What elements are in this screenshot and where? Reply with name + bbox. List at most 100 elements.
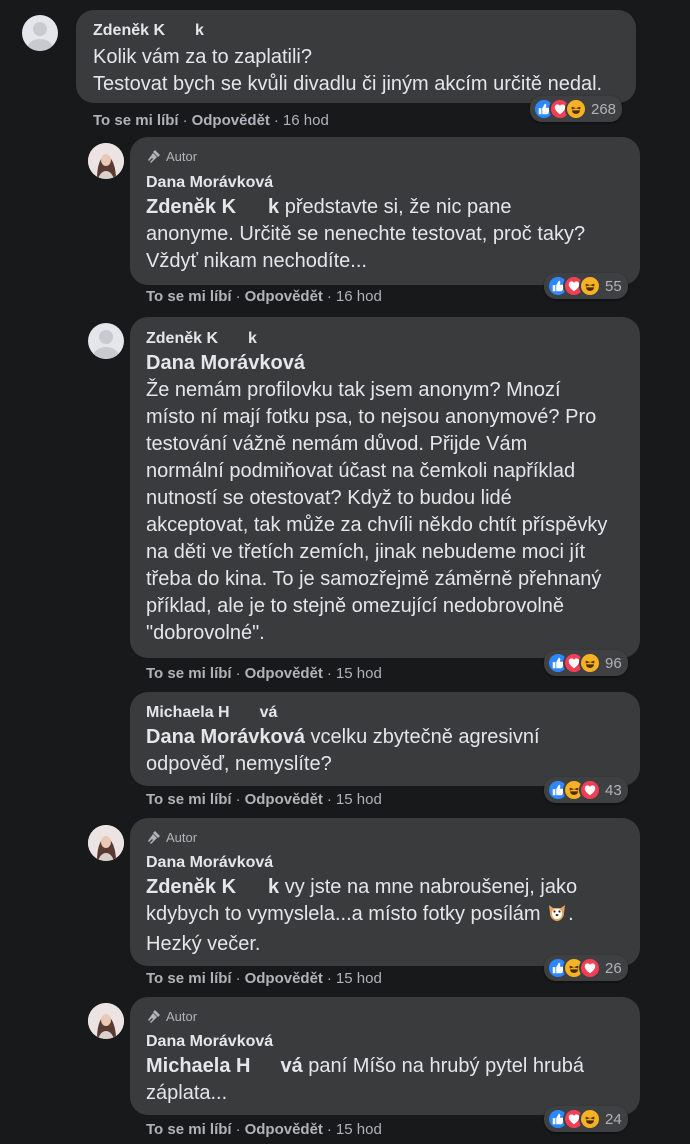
separator: · [326, 970, 332, 987]
like-link[interactable]: To se mi líbí [146, 970, 232, 987]
comment-author[interactable]: Zdeněk K k [146, 330, 257, 348]
comment-timestamp[interactable]: 16 hod [336, 288, 382, 305]
laughing-face-icon [579, 652, 601, 674]
comment-text-part: vy jste na mne nabroušenej, jako [284, 876, 578, 898]
separator: · [182, 112, 188, 129]
reaction-summary[interactable]: 96 [544, 650, 628, 676]
author-name[interactable]: Zdeněk K [93, 22, 165, 39]
microphone-icon [148, 150, 160, 163]
comment-line: na děti ve třetích zemích, jinak nebudem… [146, 541, 586, 563]
comment-text-part: paní Míšo na hrubý pytel hrubá [308, 1055, 585, 1077]
comment-line: normální podmiňovat účast na čemkoli nap… [146, 460, 576, 482]
comment-text: Dana Morávková vcelku zbytečně agresivní… [146, 724, 540, 778]
author-name[interactable]: Dana Morávková [146, 1033, 273, 1050]
avatar[interactable] [88, 825, 124, 861]
comment-timestamp[interactable]: 15 hod [336, 1121, 382, 1138]
profile-photo-icon [88, 825, 124, 861]
profile-photo-icon [88, 1003, 124, 1039]
reaction-count: 24 [605, 1110, 622, 1128]
author-name[interactable]: Dana Morávková [146, 854, 273, 871]
mention-link[interactable]: Dana Morávková [146, 726, 305, 748]
separator: · [326, 665, 332, 682]
author-name[interactable]: Zdeněk K [146, 330, 218, 347]
comment-text-part: kdybych to vymyslela...a místo fotky pos… [146, 903, 541, 925]
reaction-summary[interactable]: 24 [544, 1106, 628, 1132]
separator: · [235, 970, 241, 987]
comment-author[interactable]: Dana Morávková [146, 174, 273, 192]
reply-link[interactable]: Odpovědět [245, 1121, 323, 1138]
mention-link-suffix[interactable]: k [268, 876, 279, 898]
default-profile-icon [27, 22, 53, 51]
comment-author[interactable]: Michaela H vá [146, 704, 277, 722]
comment-line: Zdeněk K k vy jste na mne nabroušenej, ja… [146, 874, 577, 901]
comment-line: Michaela H vá paní Míšo na hrubý pytel hr… [146, 1053, 584, 1080]
reaction-summary[interactable]: 43 [544, 777, 628, 803]
mention-link[interactable]: Zdeněk K [146, 196, 236, 218]
reaction-count: 43 [605, 781, 622, 799]
comment-author[interactable]: Zdeněk K k [93, 22, 204, 40]
mention-link[interactable]: Michaela H [146, 1055, 250, 1077]
reply-link[interactable]: Odpovědět [192, 112, 270, 129]
avatar[interactable] [88, 323, 124, 359]
reply-link[interactable]: Odpovědět [245, 970, 323, 987]
comment-actions: To se mi líbí · Odpovědět · 16 hod [93, 112, 329, 129]
comment-text: Kolik vám za to zaplatili? Testovat bych… [93, 44, 602, 98]
comment-line: akceptovat, tak může za chvíli někdo cht… [146, 514, 608, 536]
comment-text: Zdeněk K k vy jste na mne nabroušenej, ja… [146, 874, 577, 958]
laughing-face-icon [565, 98, 587, 120]
comment-line: testování vážně nemám důvod. Přijde Vám [146, 433, 528, 455]
separator: · [326, 288, 332, 305]
comment-timestamp[interactable]: 16 hod [283, 112, 329, 129]
reaction-summary[interactable]: 268 [530, 96, 623, 122]
author-badge-label: Autor [166, 829, 198, 845]
reaction-summary[interactable]: 55 [544, 273, 628, 299]
reply-link[interactable]: Odpovědět [245, 288, 323, 305]
comment-line: anonyme. Určitě se nenechte testovat, pr… [146, 223, 586, 245]
comment-timestamp[interactable]: 15 hod [336, 970, 382, 987]
like-link[interactable]: To se mi líbí [93, 112, 179, 129]
author-name-suffix[interactable]: vá [260, 704, 278, 721]
laughing-face-icon [579, 1108, 601, 1130]
microphone-icon [148, 1010, 160, 1023]
comment-line: místo ní mají fotku psa, to nejsou anony… [146, 406, 597, 428]
profile-photo-icon [88, 143, 124, 179]
avatar[interactable] [88, 1003, 124, 1039]
author-name[interactable]: Dana Morávková [146, 174, 273, 191]
heart-icon [579, 779, 601, 801]
reaction-summary[interactable]: 26 [544, 955, 628, 981]
comment-actions: To se mi líbí · Odpovědět · 16 hod [146, 288, 382, 305]
comment-timestamp[interactable]: 15 hod [336, 665, 382, 682]
comment-actions: To se mi líbí · Odpovědět · 15 hod [146, 665, 382, 682]
author-name[interactable]: Michaela H [146, 704, 230, 721]
author-name-suffix[interactable]: k [248, 330, 257, 347]
comment-text-part: představte si, že nic pane [284, 196, 512, 218]
comment-author[interactable]: Dana Morávková [146, 854, 273, 872]
reply-link[interactable]: Odpovědět [245, 791, 323, 808]
comment-line: Dana Morávková [146, 350, 607, 377]
author-badge-label: Autor [166, 1008, 198, 1024]
separator: · [235, 665, 241, 682]
comment-line: Testovat bych se kvůli divadlu či jiným … [93, 73, 603, 95]
reaction-count: 268 [591, 100, 617, 118]
author-name-suffix[interactable]: k [195, 22, 204, 39]
author-badge: Autor [146, 1008, 197, 1024]
reaction-count: 26 [605, 959, 622, 977]
comment-timestamp[interactable]: 15 hod [336, 791, 382, 808]
like-link[interactable]: To se mi líbí [146, 665, 232, 682]
avatar[interactable] [22, 15, 58, 51]
separator: · [326, 1121, 332, 1138]
reply-link[interactable]: Odpovědět [245, 665, 323, 682]
mention-link-suffix[interactable]: vá [280, 1055, 302, 1077]
reaction-count: 96 [605, 654, 622, 672]
mention-link[interactable]: Dana Morávková [146, 352, 305, 374]
avatar[interactable] [88, 143, 124, 179]
comment-author[interactable]: Dana Morávková [146, 1033, 273, 1051]
comment-line: nutností se otestovat? Když to budou lid… [146, 487, 512, 509]
mention-link-suffix[interactable]: k [268, 196, 279, 218]
author-badge: Autor [146, 829, 197, 845]
like-link[interactable]: To se mi líbí [146, 791, 232, 808]
like-link[interactable]: To se mi líbí [146, 1121, 232, 1138]
like-link[interactable]: To se mi líbí [146, 288, 232, 305]
mention-link[interactable]: Zdeněk K [146, 876, 236, 898]
separator: · [235, 1121, 241, 1138]
